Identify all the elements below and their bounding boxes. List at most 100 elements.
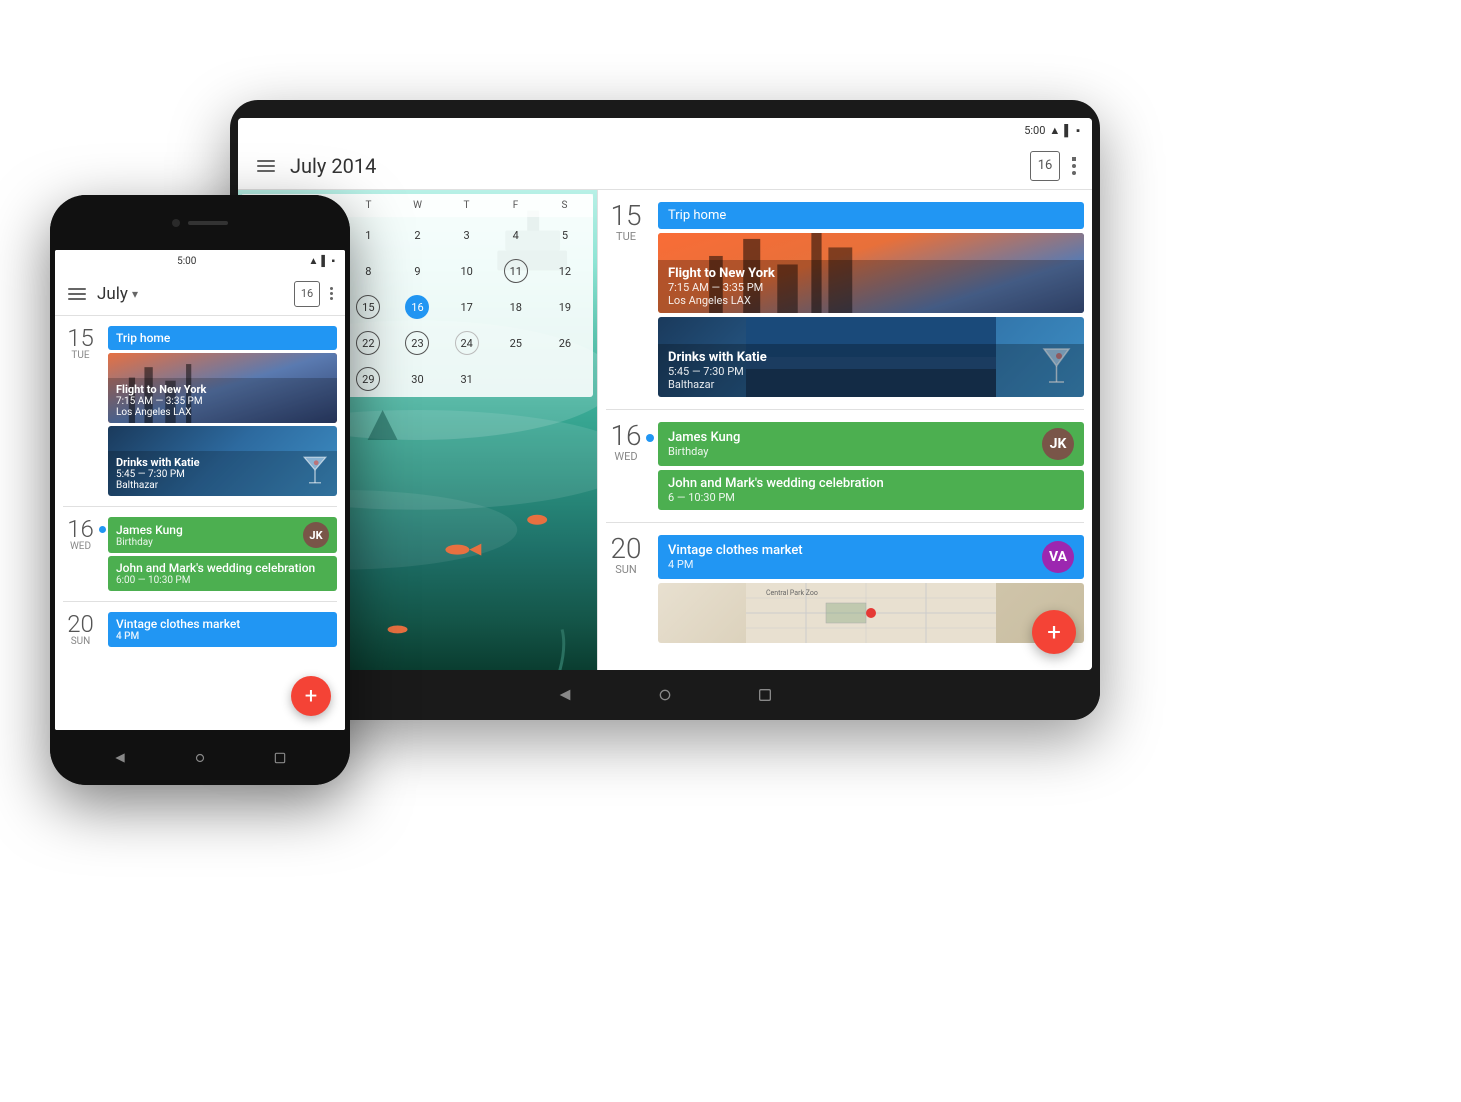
- cal-day-22[interactable]: 22: [344, 329, 392, 357]
- phone-battery-icon: ▪: [331, 256, 335, 267]
- cal-day-3[interactable]: 3: [443, 221, 491, 249]
- phone-recents-button[interactable]: [270, 748, 290, 768]
- cal-num-8: 8: [356, 259, 380, 283]
- tablet-event-vintage[interactable]: Vintage clothes market 4 PM VA: [658, 535, 1084, 579]
- tablet-back-button[interactable]: [555, 685, 575, 705]
- cal-day-5[interactable]: 5: [541, 221, 589, 249]
- phone-top-bezel: [50, 195, 350, 250]
- tablet-time: 5:00: [1024, 124, 1045, 137]
- phone-event-james[interactable]: James Kung Birthday JK: [108, 517, 337, 553]
- tablet-hamburger-button[interactable]: [254, 154, 278, 178]
- cal-day-9[interactable]: 9: [393, 257, 441, 285]
- svg-text:Central Park Zoo: Central Park Zoo: [766, 589, 818, 597]
- cal-day-24[interactable]: 24: [443, 329, 491, 357]
- cal-day-29[interactable]: 29: [344, 365, 392, 393]
- james-kung-avatar: JK: [1042, 428, 1074, 460]
- scene: 5:00 ▲ ▌ ▪ July 2014 16: [0, 0, 1461, 1102]
- phone-dropdown-arrow: ▾: [132, 287, 138, 301]
- cal-day-26[interactable]: 26: [541, 329, 589, 357]
- cal-day-18[interactable]: 18: [492, 293, 540, 321]
- phone-fab-button[interactable]: +: [291, 676, 331, 716]
- tablet-event-trip-home[interactable]: Trip home: [658, 202, 1084, 229]
- james-kung-text: James Kung Birthday: [668, 430, 740, 458]
- phone-wifi-icon: ▲: [308, 256, 318, 267]
- cal-num-24: 24: [455, 331, 479, 355]
- cal-day-11[interactable]: 11: [492, 257, 540, 285]
- tablet-event-james-kung[interactable]: James Kung Birthday JK: [658, 422, 1084, 466]
- tablet-map-thumbnail[interactable]: Central Park Zoo: [658, 583, 1084, 643]
- drinks-location: Balthazar: [668, 378, 1074, 391]
- phone-martini-icon: [301, 454, 329, 490]
- cal-num-26: 26: [553, 331, 577, 355]
- vintage-avatar: VA: [1042, 541, 1074, 573]
- tablet-more-button[interactable]: [1072, 157, 1076, 175]
- tablet-day-15-section: 15 Tue Trip home: [598, 190, 1092, 409]
- phone-james-title: James Kung: [116, 523, 303, 537]
- tablet-calendar-button[interactable]: 16: [1030, 151, 1060, 181]
- phone-flight-overlay: Flight to New York 7:15 AM — 3:35 PM Los…: [108, 378, 337, 423]
- hamburger-line-3: [257, 170, 275, 172]
- cal-day-4[interactable]: 4: [492, 221, 540, 249]
- phone-wedding-subtitle: 6:00 — 10:30 PM: [116, 575, 329, 586]
- phone-james-subtitle: Birthday: [116, 537, 303, 548]
- cal-day-19[interactable]: 19: [541, 293, 589, 321]
- tablet-fab-button[interactable]: +: [1032, 610, 1076, 654]
- more-dot-3: [1072, 171, 1076, 175]
- cal-day-10[interactable]: 10: [443, 257, 491, 285]
- phone-day-15-section: 15 Tue Trip home: [55, 316, 345, 506]
- cal-num-15: 15: [356, 295, 380, 319]
- phone-vintage-subtitle: 4 PM: [116, 631, 329, 642]
- cal-num-11: 11: [504, 259, 528, 283]
- hamburger-line-2: [257, 165, 275, 167]
- phone-app-bar: July ▾ 16: [55, 272, 345, 316]
- cal-day-30[interactable]: 30: [393, 365, 441, 393]
- phone-title[interactable]: July ▾: [97, 284, 286, 304]
- tablet-event-wedding[interactable]: John and Mark's wedding celebration 6 — …: [658, 470, 1084, 510]
- cal-day-15[interactable]: 15: [344, 293, 392, 321]
- phone-drinks-title: Drinks with Katie: [116, 456, 329, 469]
- tablet-home-button[interactable]: [655, 685, 675, 705]
- phone-more-button[interactable]: [328, 285, 335, 302]
- cal-header-fri: F: [491, 198, 540, 213]
- tablet-day-16-section: 16 Wed James Kung Birthday JK: [598, 410, 1092, 522]
- phone-event-trip-home[interactable]: Trip home: [108, 326, 337, 350]
- phone-hamburger-button[interactable]: [65, 282, 89, 306]
- tablet-screen: 5:00 ▲ ▌ ▪ July 2014 16: [238, 118, 1092, 670]
- tablet-bottom-bar: [230, 670, 1100, 720]
- cal-num-22: 22: [356, 331, 380, 355]
- tablet-wifi-icon: ▲: [1049, 124, 1060, 137]
- cal-num-29: 29: [356, 367, 380, 391]
- phone-event-flight[interactable]: Flight to New York 7:15 AM — 3:35 PM Los…: [108, 353, 337, 423]
- phone-home-button[interactable]: [190, 748, 210, 768]
- phone-back-button[interactable]: [110, 748, 130, 768]
- phone-device: 5:00 ▲ ▌ ▪ July ▾ 16: [50, 195, 350, 785]
- cal-day-16[interactable]: 16: [393, 293, 441, 321]
- phone-calendar-button[interactable]: 16: [294, 281, 320, 307]
- more-dot-2: [1072, 164, 1076, 168]
- tablet-day-15-num: 15: [606, 202, 646, 230]
- cal-day-25[interactable]: 25: [492, 329, 540, 357]
- map-svg: Central Park Zoo: [658, 583, 1084, 643]
- phone-day-16-events: James Kung Birthday JK John and Mark's w…: [108, 517, 337, 591]
- phone-event-drinks[interactable]: Drinks with Katie 5:45 — 7:30 PM Balthaz…: [108, 426, 337, 496]
- cal-day-8[interactable]: 8: [344, 257, 392, 285]
- tablet-event-drinks[interactable]: Drinks with Katie 5:45 — 7:30 PM Balthaz…: [658, 317, 1084, 397]
- phone-event-vintage[interactable]: Vintage clothes market 4 PM: [108, 612, 337, 647]
- tablet-day-15-label: 15 Tue: [606, 202, 646, 397]
- cal-day-2[interactable]: 2: [393, 221, 441, 249]
- phone-day-20-num: 20: [63, 612, 98, 636]
- cal-day-1[interactable]: 1: [344, 221, 392, 249]
- cal-day-12[interactable]: 12: [541, 257, 589, 285]
- tablet-trip-home-title: Trip home: [668, 208, 726, 223]
- tablet-recents-button[interactable]: [755, 685, 775, 705]
- phone-events-list: 15 Tue Trip home: [55, 316, 345, 730]
- phone-event-wedding[interactable]: John and Mark's wedding celebration 6:00…: [108, 556, 337, 591]
- tablet-event-flight-ny[interactable]: Flight to New York 7:15 AM — 3:35 PM Los…: [658, 233, 1084, 313]
- phone-day-15-num: 15: [63, 326, 98, 350]
- cal-day-23[interactable]: 23: [393, 329, 441, 357]
- cal-day-31[interactable]: 31: [443, 365, 491, 393]
- phone-time: 5:00: [177, 256, 196, 267]
- cal-num-10: 10: [455, 259, 479, 283]
- cal-day-17[interactable]: 17: [443, 293, 491, 321]
- cal-num-23: 23: [405, 331, 429, 355]
